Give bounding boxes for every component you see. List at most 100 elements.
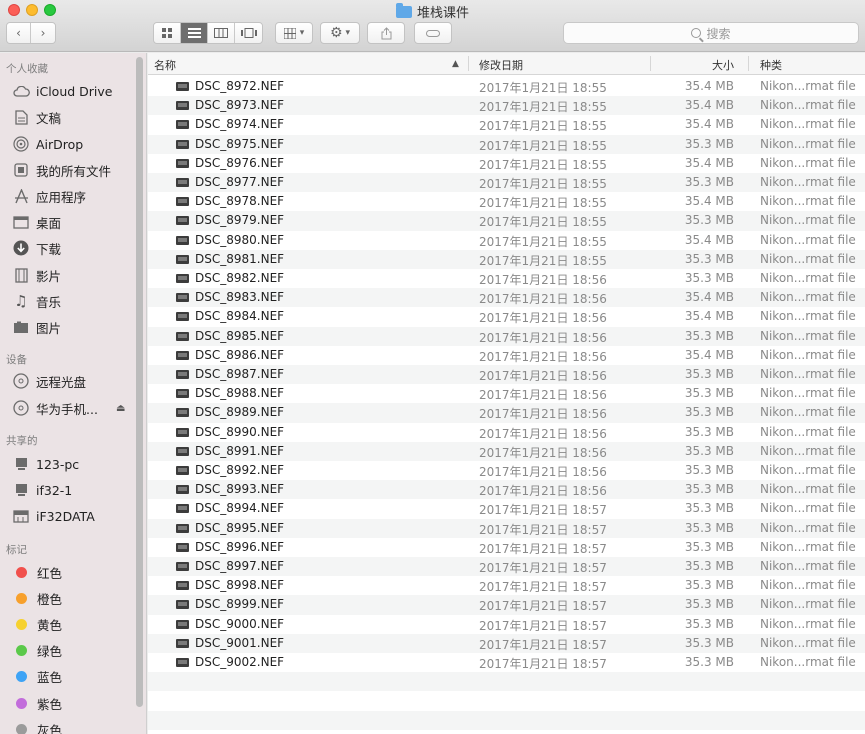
table-row[interactable]: DSC_8982.NEF 2017年1月21日 18:56 35.3 MB Nikon… [148,269,865,288]
sidebar-item-huawei-phone[interactable]: 华为手机... [12,397,98,419]
table-row[interactable]: DSC_9002.NEF 2017年1月21日 18:57 35.3 MB Nikon… [148,653,865,672]
sidebar-item-label: 桌面 [36,215,62,231]
file-name: DSC_8988.NEF [195,386,285,401]
list-view-button[interactable] [181,23,208,43]
table-row[interactable]: DSC_8980.NEF 2017年1月21日 18:55 35.4 MB Nikon… [148,231,865,250]
group-grid-icon [283,27,296,39]
sidebar-tag-blue[interactable]: 蓝色 [12,665,62,687]
table-row[interactable]: DSC_8974.NEF 2017年1月21日 18:55 35.4 MB Nikon… [148,115,865,134]
sidebar-item-label: 橙色 [37,591,63,607]
column-divider[interactable] [468,56,469,71]
sidebar-item-pictures[interactable]: 图片 [12,316,61,338]
table-row[interactable]: DSC_8975.NEF 2017年1月21日 18:55 35.3 MB Nikon… [148,134,865,154]
sidebar-item-label: iF32DATA [36,508,95,524]
sidebar-item-remote-disc[interactable]: 远程光盘 [12,370,86,392]
table-row[interactable]: DSC_8986.NEF 2017年1月21日 18:56 35.4 MB Nikon… [148,346,865,365]
table-row[interactable]: DSC_8988.NEF 2017年1月21日 18:56 35.3 MB Nikon… [148,384,865,403]
action-menu-button[interactable]: ⚙ ▾ [320,22,360,44]
table-row[interactable]: DSC_8983.NEF 2017年1月21日 18:56 35.4 MB Nikon… [148,288,865,308]
table-row[interactable]: DSC_8991.NEF 2017年1月21日 18:56 35.3 MB Nikon… [148,441,865,461]
table-row[interactable]: DSC_8999.NEF 2017年1月21日 18:57 35.3 MB Nikon… [148,595,865,615]
sidebar-item-desktop[interactable]: 桌面 [12,211,61,233]
file-kind: Nikon...rmat file [760,271,856,285]
forward-button[interactable]: › [31,23,55,43]
file-size: 35.3 MB [684,520,734,535]
share-button[interactable] [367,22,405,44]
sidebar-item-applications[interactable]: 应用程序 [12,185,86,207]
sidebar-item-movies[interactable]: 影片 [12,264,61,286]
table-row[interactable]: DSC_8992.NEF 2017年1月21日 18:56 35.3 MB Nikon… [148,461,865,480]
file-size: 35.4 MB [684,155,734,170]
table-row[interactable]: DSC_8984.NEF 2017年1月21日 18:56 35.4 MB Nikon… [148,307,865,326]
table-row[interactable]: DSC_8981.NEF 2017年1月21日 18:55 35.3 MB Nikon… [148,249,865,269]
table-row[interactable]: DSC_8987.NEF 2017年1月21日 18:56 35.3 MB Nikon… [148,365,865,385]
column-divider[interactable] [650,56,651,71]
table-row[interactable]: DSC_8989.NEF 2017年1月21日 18:56 35.3 MB Nikon… [148,403,865,423]
tags-button[interactable] [414,22,452,44]
raw-image-file-icon [176,216,189,226]
raw-image-file-icon [176,331,189,341]
table-row[interactable]: DSC_8993.NEF 2017年1月21日 18:56 35.3 MB Nikon… [148,480,865,500]
column-header-kind[interactable]: 种类 [760,57,782,73]
table-row[interactable]: DSC_9001.NEF 2017年1月21日 18:57 35.3 MB Nikon… [148,633,865,653]
folder-icon [395,3,412,18]
raw-image-file-icon [176,120,189,130]
file-kind: Nikon...rmat file [760,136,856,151]
raw-image-file-icon [176,254,189,264]
raw-image-file-icon [176,581,189,591]
table-row[interactable]: DSC_8972.NEF 2017年1月21日 18:55 35.4 MB Nikon… [148,77,865,96]
table-row[interactable]: DSC_8979.NEF 2017年1月21日 18:55 35.3 MB Nikon… [148,211,865,231]
sidebar-item-downloads[interactable]: 下载 [12,237,61,259]
column-view-button[interactable] [208,23,235,43]
sort-ascending-icon[interactable]: ▲ [452,59,459,69]
raw-image-file-icon [176,235,189,245]
table-row[interactable]: DSC_8995.NEF 2017年1月21日 18:57 35.3 MB Nikon… [148,518,865,538]
sidebar-item-airdrop[interactable]: AirDrop [12,133,83,155]
table-row[interactable]: DSC_8997.NEF 2017年1月21日 18:57 35.3 MB Nikon… [148,557,865,577]
column-header-name[interactable]: 名称 [154,57,176,73]
table-row[interactable]: DSC_8990.NEF 2017年1月21日 18:56 35.3 MB Nikon… [148,423,865,442]
back-button[interactable]: ‹ [7,23,31,43]
search-input[interactable]: 搜索 [563,22,859,44]
table-row[interactable]: DSC_9000.NEF 2017年1月21日 18:57 35.3 MB Nikon… [148,615,865,634]
table-row[interactable]: DSC_8998.NEF 2017年1月21日 18:57 35.3 MB Nikon… [148,576,865,595]
sidebar-tag-red[interactable]: 红色 [12,561,62,583]
column-header-size[interactable]: 大小 [712,57,734,73]
table-row[interactable]: DSC_8976.NEF 2017年1月21日 18:55 35.4 MB Nikon… [148,154,865,173]
sidebar-item-icloud-drive[interactable]: iCloud Drive [12,80,112,102]
file-kind: Nikon...rmat file [760,117,856,132]
file-date: 2017年1月21日 18:55 [479,196,607,211]
list-icon [187,28,201,38]
sidebar-tag-green[interactable]: 绿色 [12,639,62,661]
eject-icon[interactable]: ⏏ [116,403,125,414]
sidebar-item-if32-1[interactable]: if32-1 [12,479,72,501]
group-by-button[interactable]: ▾ [275,22,313,44]
icon-view-button[interactable] [154,23,181,43]
sidebar-scrollbar[interactable] [136,57,143,707]
sidebar-tag-purple[interactable]: 紫色 [12,692,62,714]
table-row[interactable]: DSC_8996.NEF 2017年1月21日 18:57 35.3 MB Nikon… [148,538,865,557]
sidebar-tag-gray[interactable]: 灰色 [12,718,62,734]
sidebar-tag-orange[interactable]: 橙色 [12,587,62,609]
table-row[interactable]: DSC_8973.NEF 2017年1月21日 18:55 35.4 MB Nikon… [148,96,865,116]
column-divider[interactable] [748,56,749,71]
column-header-date[interactable]: 修改日期 [479,57,523,73]
file-kind: Nikon...rmat file [760,616,856,631]
file-size: 35.3 MB [684,213,734,228]
sidebar-item-if32data[interactable]: iF32DATA [12,505,95,527]
sidebar-item-music[interactable]: ♫ 音乐 [12,290,61,312]
sidebar-item-documents[interactable]: 文稿 [12,106,61,128]
sidebar-tag-yellow[interactable]: 黄色 [12,613,62,635]
table-row[interactable]: DSC_8978.NEF 2017年1月21日 18:55 35.4 MB Nikon… [148,192,865,211]
file-size: 35.3 MB [684,136,734,151]
table-row[interactable]: DSC_8985.NEF 2017年1月21日 18:56 35.3 MB Nikon… [148,326,865,346]
sidebar-item-all-my-files[interactable]: 我的所有文件 [12,159,111,181]
table-row[interactable]: DSC_8994.NEF 2017年1月21日 18:57 35.3 MB Nikon… [148,499,865,518]
tag-icon [426,29,440,37]
table-row[interactable]: DSC_8977.NEF 2017年1月21日 18:55 35.3 MB Nikon… [148,173,865,193]
file-list: 名称 ▲ 修改日期 大小 种类 DSC_8972.NEF 2017年1月21日 1… [148,53,865,734]
tag-color-dot [16,723,27,734]
sidebar-item-123-pc[interactable]: 123-pc [12,453,79,475]
gallery-view-button[interactable] [235,23,262,43]
file-size: 35.4 MB [684,117,734,132]
